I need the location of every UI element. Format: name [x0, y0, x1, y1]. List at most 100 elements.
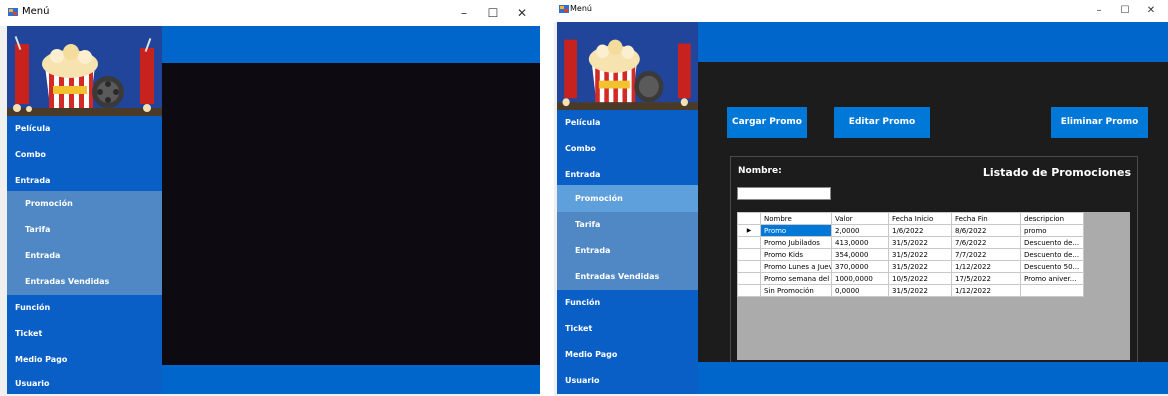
minimize-button[interactable]: –	[455, 4, 473, 22]
table-header: Nombre Valor Fecha Inicio Fecha Fin desc…	[737, 212, 1084, 225]
table-cell[interactable]: 31/5/2022	[888, 248, 952, 261]
entrada-submenu: Promoción Tarifa Entrada Entradas Vendid…	[557, 185, 698, 290]
column-header[interactable]: descripcion	[1020, 212, 1084, 225]
table-cell[interactable]: 7/6/2022	[951, 236, 1021, 249]
popcorn-logo	[7, 26, 162, 116]
table-cell[interactable]: Promo semana del c...	[760, 272, 832, 285]
row-header[interactable]	[737, 248, 761, 261]
submenu-entrada[interactable]: Entrada	[7, 243, 162, 269]
menu-pelicula[interactable]: Película	[7, 116, 162, 142]
submenu-entradas-vendidas[interactable]: Entradas Vendidas	[7, 269, 162, 295]
app-icon	[559, 5, 569, 13]
table-cell[interactable]: 31/5/2022	[888, 260, 952, 273]
menu-usuario[interactable]: Usuario	[557, 368, 698, 394]
table-cell[interactable]: Promo Kids	[760, 248, 832, 261]
entrada-submenu: Promoción Tarifa Entrada Entradas Vendid…	[7, 191, 162, 295]
top-banner	[162, 26, 540, 63]
right-window: Menú – ☐ ✕ Película Combo Entrada Promoc…	[554, 0, 1168, 396]
submenu-entrada[interactable]: Entrada	[557, 238, 698, 264]
table-cell[interactable]: 1/12/2022	[951, 260, 1021, 273]
table-cell[interactable]: 31/5/2022	[888, 284, 952, 297]
cargar-promo-button[interactable]: Cargar Promo	[727, 107, 807, 138]
row-header-corner	[737, 212, 761, 225]
close-button[interactable]: ✕	[1142, 2, 1160, 20]
table-cell[interactable]: 1/6/2022	[888, 224, 952, 237]
table-row[interactable]: Promo semana del c... 1000,0000 10/5/202…	[737, 272, 1084, 285]
window-title: Menú	[570, 4, 592, 13]
table-cell[interactable]: Sin Promoción	[760, 284, 832, 297]
table-cell[interactable]: 0,0000	[831, 284, 889, 297]
left-window: Menú – ☐ ✕ Película Combo Entrada Promoc…	[0, 0, 540, 396]
listado-title: Listado de Promociones	[982, 166, 1131, 179]
table-row[interactable]: Promo Jubilados 413,0000 31/5/2022 7/6/2…	[737, 236, 1084, 249]
menu-medio-pago[interactable]: Medio Pago	[7, 347, 162, 373]
row-header[interactable]	[737, 236, 761, 249]
submenu-tarifa[interactable]: Tarifa	[557, 212, 698, 238]
bottom-banner	[162, 365, 540, 394]
column-header[interactable]: Fecha Inicio	[888, 212, 952, 225]
minimize-button[interactable]: –	[1090, 2, 1108, 20]
menu-combo[interactable]: Combo	[7, 142, 162, 168]
menu-pelicula[interactable]: Película	[557, 110, 698, 136]
table-cell[interactable]: Descuento de...	[1020, 248, 1084, 261]
top-banner	[698, 22, 1168, 62]
table-cell[interactable]: Promo Lunes a Jueves	[760, 260, 832, 273]
table-cell[interactable]: 354,0000	[831, 248, 889, 261]
menu-funcion[interactable]: Función	[557, 290, 698, 316]
promo-groupbox: Nombre: Listado de Promociones Nombre Va…	[730, 156, 1138, 364]
menu-ticket[interactable]: Ticket	[557, 316, 698, 342]
table-cell[interactable]	[1020, 284, 1084, 297]
table-cell[interactable]: 1/12/2022	[951, 284, 1021, 297]
column-header[interactable]: Valor	[831, 212, 889, 225]
title-bar: Menú – ☐ ✕	[554, 0, 1168, 22]
row-header[interactable]	[737, 260, 761, 273]
content-panel: Cargar Promo Editar Promo Eliminar Promo…	[698, 62, 1168, 364]
nombre-input[interactable]	[737, 187, 831, 200]
table-row[interactable]: ▶ Promo 2,0000 1/6/2022 8/6/2022 promo	[737, 224, 1084, 237]
sidebar: Película Combo Entrada Promoción Tarifa …	[557, 22, 698, 394]
table-cell[interactable]: Promo aniver...	[1020, 272, 1084, 285]
nombre-label: Nombre:	[738, 166, 782, 176]
popcorn-logo	[557, 22, 698, 110]
table-cell[interactable]: Promo	[760, 224, 832, 237]
bottom-banner	[698, 362, 1168, 394]
table-cell[interactable]: Descuento de...	[1020, 236, 1084, 249]
table-cell[interactable]: 370,0000	[831, 260, 889, 273]
table-cell[interactable]: Descuento 50...	[1020, 260, 1084, 273]
table-cell[interactable]: 8/6/2022	[951, 224, 1021, 237]
column-header[interactable]: Nombre	[760, 212, 832, 225]
submenu-promocion[interactable]: Promoción	[7, 191, 162, 217]
title-bar: Menú – ☐ ✕	[0, 0, 540, 26]
row-header[interactable]	[737, 284, 761, 297]
submenu-tarifa[interactable]: Tarifa	[7, 217, 162, 243]
app-icon	[8, 8, 18, 16]
maximize-button[interactable]: ☐	[484, 4, 502, 22]
submenu-entradas-vendidas[interactable]: Entradas Vendidas	[557, 264, 698, 290]
menu-medio-pago[interactable]: Medio Pago	[557, 342, 698, 368]
promotions-grid[interactable]: Nombre Valor Fecha Inicio Fecha Fin desc…	[737, 212, 1130, 360]
submenu-promocion[interactable]: Promoción	[557, 185, 698, 212]
editar-promo-button[interactable]: Editar Promo	[834, 107, 930, 138]
table-row[interactable]: Promo Lunes a Jueves 370,0000 31/5/2022 …	[737, 260, 1084, 273]
table-cell[interactable]: 17/5/2022	[951, 272, 1021, 285]
menu-ticket[interactable]: Ticket	[7, 321, 162, 347]
column-header[interactable]: Fecha Fin	[951, 212, 1021, 225]
maximize-button[interactable]: ☐	[1116, 2, 1134, 20]
table-cell[interactable]: promo	[1020, 224, 1084, 237]
menu-funcion[interactable]: Función	[7, 295, 162, 321]
close-button[interactable]: ✕	[513, 4, 531, 22]
table-cell[interactable]: Promo Jubilados	[760, 236, 832, 249]
table-row[interactable]: Promo Kids 354,0000 31/5/2022 7/7/2022 D…	[737, 248, 1084, 261]
row-header[interactable]	[737, 272, 761, 285]
content-panel	[162, 63, 540, 365]
eliminar-promo-button[interactable]: Eliminar Promo	[1051, 107, 1148, 138]
table-cell[interactable]: 31/5/2022	[888, 236, 952, 249]
table-cell[interactable]: 1000,0000	[831, 272, 889, 285]
table-cell[interactable]: 7/7/2022	[951, 248, 1021, 261]
table-row[interactable]: Sin Promoción 0,0000 31/5/2022 1/12/2022	[737, 284, 1084, 297]
table-cell[interactable]: 2,0000	[831, 224, 889, 237]
table-cell[interactable]: 413,0000	[831, 236, 889, 249]
menu-usuario[interactable]: Usuario	[7, 373, 162, 394]
menu-combo[interactable]: Combo	[557, 136, 698, 162]
table-cell[interactable]: 10/5/2022	[888, 272, 952, 285]
